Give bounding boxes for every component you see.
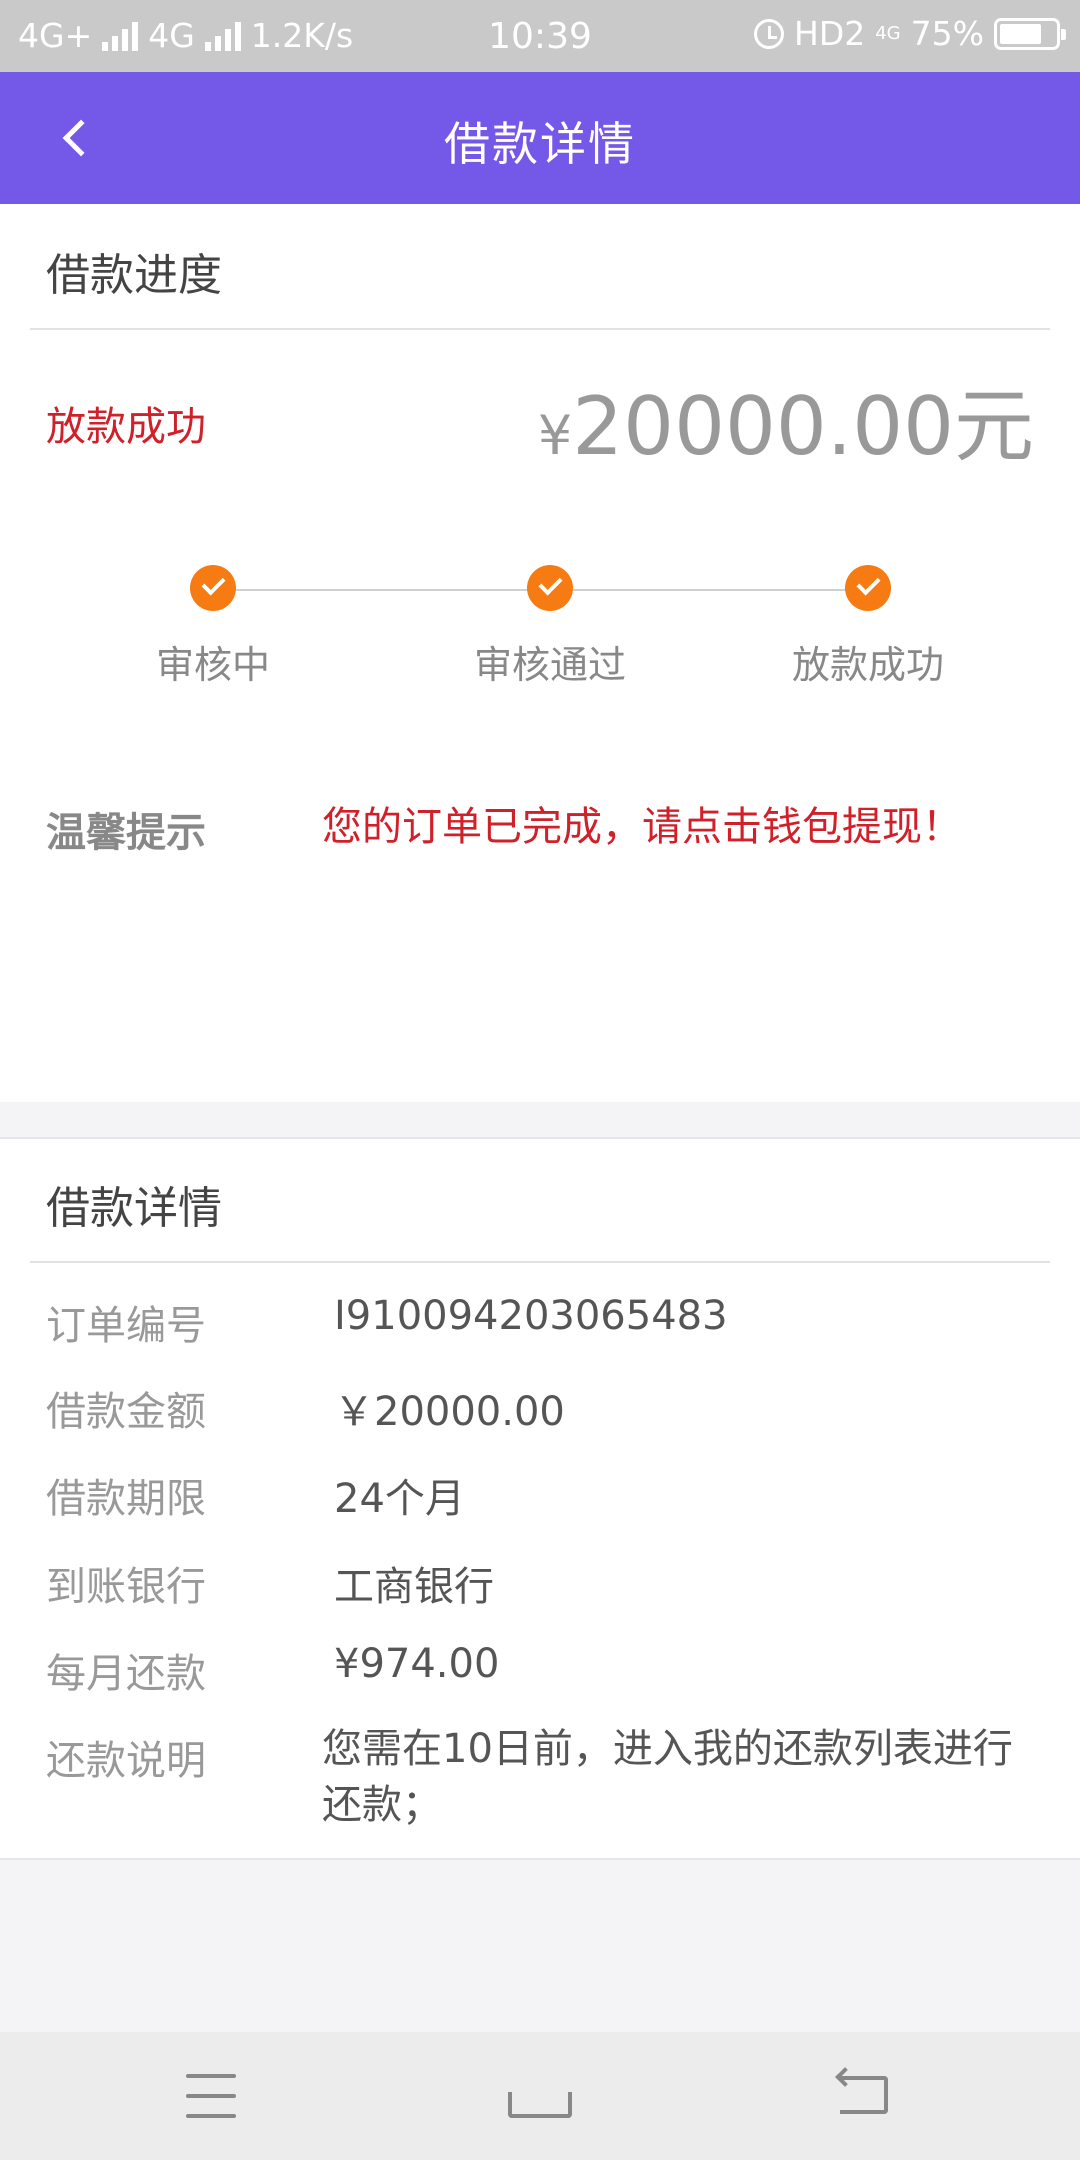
loan-status: 放款成功 bbox=[46, 404, 206, 450]
alarm-icon bbox=[754, 18, 784, 49]
step-2-check-icon bbox=[527, 565, 573, 611]
bank-label: 到账银行 bbox=[46, 1564, 206, 1610]
status-right: HD2 4G 75% bbox=[754, 14, 1066, 53]
monthly-payment-label: 每月还款 bbox=[46, 1651, 206, 1697]
page-title: 借款详情 bbox=[444, 117, 636, 171]
order-number-value: I910094203065483 bbox=[334, 1293, 728, 1339]
step-1-check-icon bbox=[190, 565, 236, 611]
step-3-label: 放款成功 bbox=[791, 643, 944, 687]
step-3-check-icon bbox=[845, 565, 891, 611]
progress-section-title: 借款进度 bbox=[46, 250, 222, 301]
step-1-label: 审核中 bbox=[155, 643, 270, 687]
hd-label: HD2 bbox=[794, 14, 866, 53]
monthly-payment-value: ¥974.00 bbox=[334, 1641, 500, 1687]
repayment-note-value: 您需在10日前，进入我的还款列表进行还款； bbox=[322, 1726, 1013, 1828]
loan-term-value: 24个月 bbox=[334, 1476, 465, 1522]
home-icon[interactable] bbox=[500, 2062, 580, 2132]
tip-label: 温馨提示 bbox=[46, 810, 206, 856]
menu-icon[interactable] bbox=[176, 2062, 256, 2132]
battery-percent: 75% bbox=[910, 14, 984, 53]
status-bar: 4G+ 4G 1.2K/s 10:39 HD2 4G 75% bbox=[0, 0, 1080, 72]
network-label-3: 4G bbox=[875, 22, 901, 44]
battery-level bbox=[1000, 23, 1041, 44]
details-section-title: 借款详情 bbox=[46, 1183, 222, 1234]
progress-divider bbox=[30, 328, 1050, 330]
navigation-bar bbox=[0, 2032, 1080, 2160]
currency-symbol: ¥ bbox=[537, 404, 573, 467]
tip-text: 您的订单已完成，请点击钱包提现！ bbox=[322, 804, 962, 850]
return-icon[interactable] bbox=[828, 2062, 908, 2132]
loan-amount-value: 20000.00元 bbox=[572, 380, 1034, 473]
step-2-label: 审核通过 bbox=[473, 643, 626, 687]
battery-icon bbox=[994, 17, 1066, 50]
loan-details-card: 借款详情 订单编号 I910094203065483 借款金额 ￥20000.0… bbox=[0, 1137, 1080, 1860]
loan-amount-label: 借款金额 bbox=[46, 1389, 206, 1435]
loan-amount: ¥20000.00元 bbox=[538, 362, 1034, 478]
repayment-note-label: 还款说明 bbox=[46, 1738, 206, 1784]
title-bar: 借款详情 bbox=[0, 72, 1080, 204]
details-divider bbox=[30, 1261, 1050, 1263]
order-number-label: 订单编号 bbox=[46, 1303, 206, 1349]
bank-value: 工商银行 bbox=[334, 1564, 494, 1610]
loan-term-label: 借款期限 bbox=[46, 1476, 206, 1522]
loan-amount-detail-value: ￥20000.00 bbox=[334, 1389, 565, 1435]
loan-progress-card: 借款进度 放款成功 ¥20000.00元 审核中 审核通过 放款成功 温馨提示 … bbox=[0, 204, 1080, 1102]
